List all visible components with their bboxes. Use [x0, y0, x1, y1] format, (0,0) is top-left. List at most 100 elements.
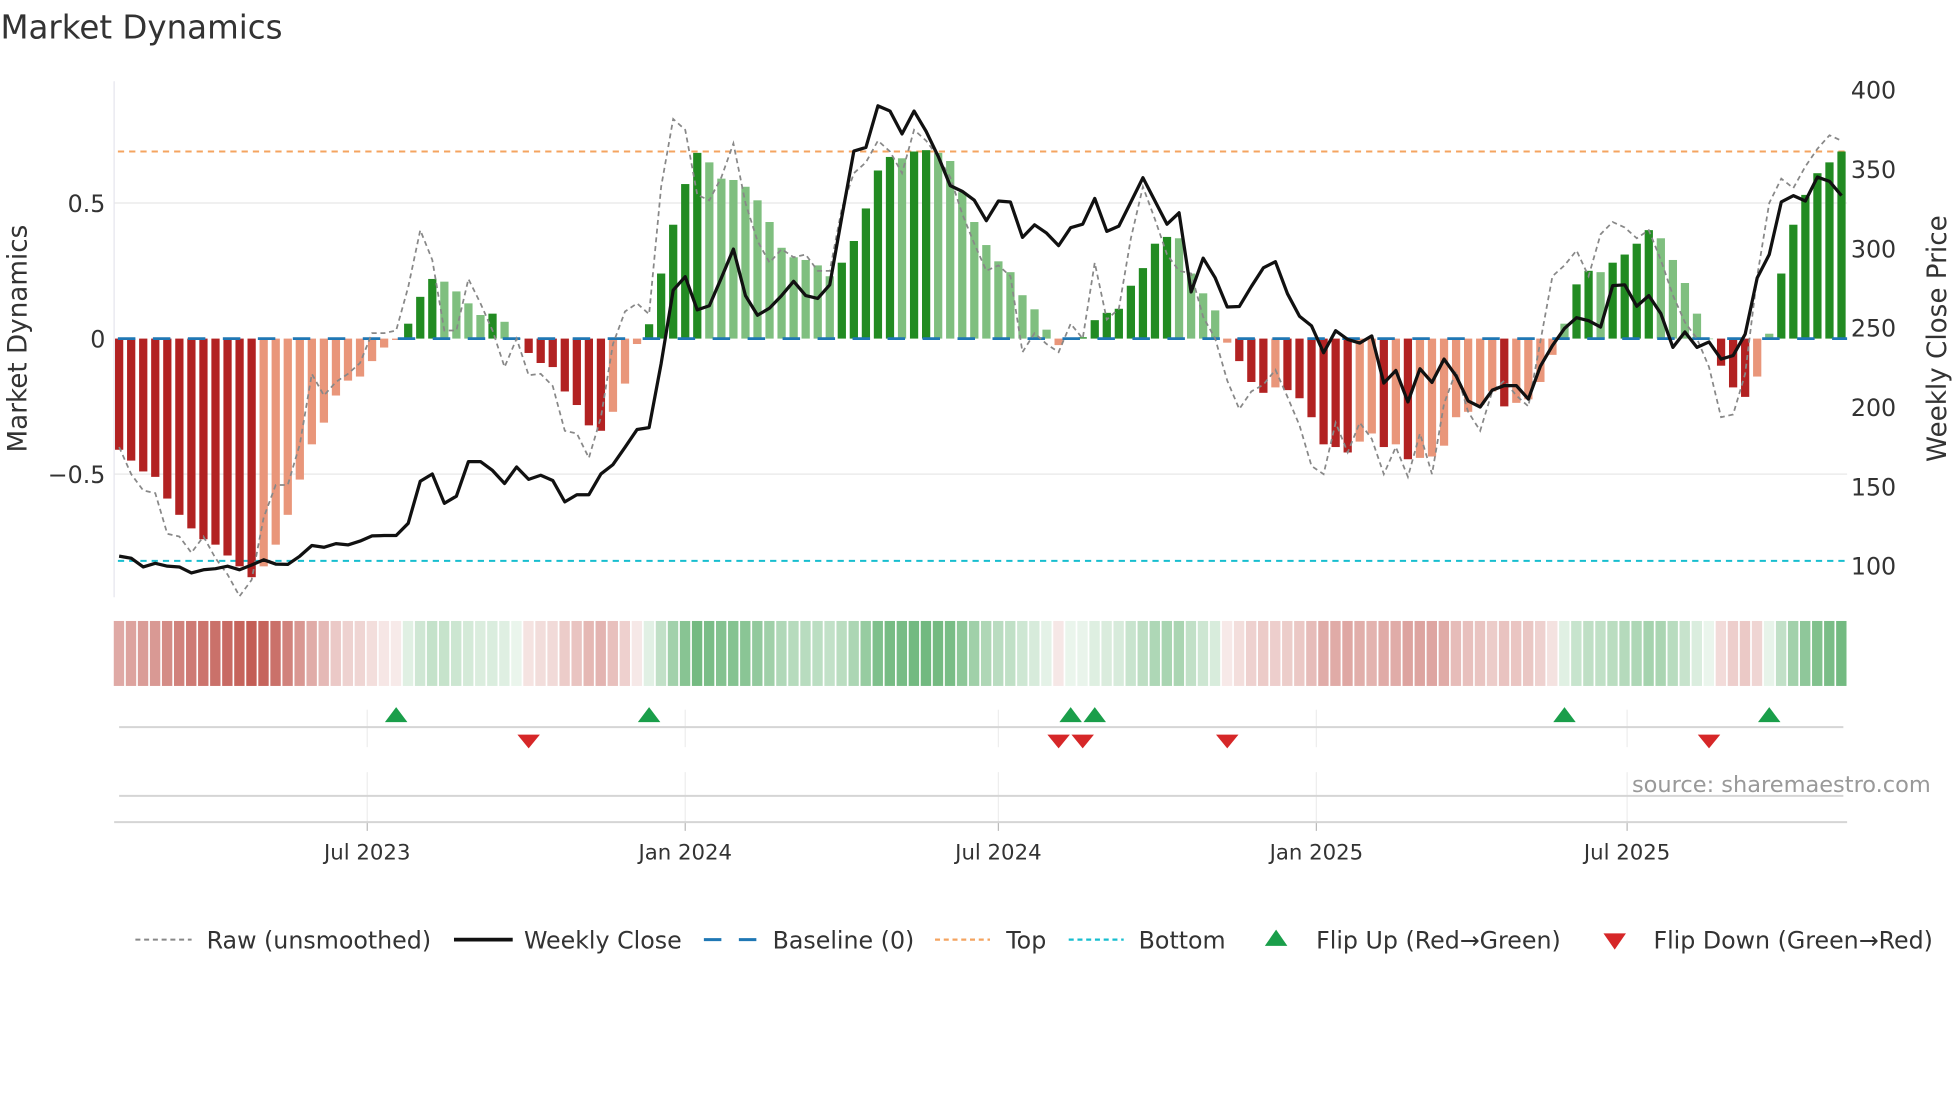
momentum-bar — [994, 261, 1003, 339]
momentum-bar — [1126, 285, 1136, 339]
heatmap-cell — [1727, 620, 1739, 686]
flip-up-marker — [1059, 707, 1082, 723]
momentum-bar — [416, 296, 425, 339]
x-tick-label: Jul 2024 — [953, 841, 1041, 866]
heatmap-cell — [1474, 620, 1486, 686]
heatmap-cell — [330, 620, 341, 686]
heatmap-cell — [1089, 620, 1100, 686]
momentum-bar — [572, 338, 581, 406]
momentum-bar — [1307, 338, 1316, 418]
heatmap-cell — [173, 620, 185, 686]
momentum-bar — [476, 315, 485, 339]
momentum-bar — [1138, 268, 1148, 339]
heatmap-cell — [1053, 620, 1064, 686]
heatmap-cell — [1185, 620, 1197, 686]
heatmap-cell — [378, 620, 390, 686]
heatmap-cell — [234, 620, 245, 686]
legend-flip-up-icon — [1264, 929, 1288, 946]
heatmap-cell — [210, 620, 221, 686]
heatmap-cell — [1800, 620, 1811, 686]
heatmap-cell — [1739, 620, 1751, 686]
momentum-bar — [584, 338, 594, 426]
y2-tick-label: 400 — [1851, 77, 1896, 105]
heatmap-cell — [1679, 620, 1690, 686]
momentum-bar — [464, 303, 473, 339]
legend-flip-down-icon — [1603, 933, 1626, 950]
y-tick-label: −0.5 — [48, 461, 106, 489]
heatmap-cell — [1173, 620, 1185, 686]
chart-title: Market Dynamics — [0, 9, 282, 47]
momentum-bar — [1391, 338, 1400, 445]
heatmap-cell — [607, 620, 618, 686]
heatmap-cell — [896, 620, 908, 686]
heatmap-cell — [1595, 620, 1606, 686]
legend-label: Raw (unsmoothed) — [207, 926, 431, 954]
momentum-bar — [765, 222, 774, 339]
heatmap-cell — [1522, 620, 1534, 686]
heatmap-cell — [198, 620, 209, 686]
momentum-bar — [283, 338, 292, 515]
momentum-bar — [1620, 254, 1629, 339]
heatmap-cell — [1125, 620, 1136, 686]
momentum-bar — [139, 338, 148, 472]
heatmap-cell — [1342, 620, 1353, 686]
momentum-bar — [681, 184, 690, 339]
momentum-bar — [452, 291, 461, 339]
heatmap-cell — [113, 620, 125, 686]
heatmap-cell — [1197, 620, 1209, 686]
heatmap-cell — [920, 620, 932, 686]
heatmap-cell — [1547, 620, 1558, 686]
heatmap-cell — [812, 620, 823, 686]
heatmap-cell — [776, 620, 787, 686]
heatmap-cell — [390, 620, 402, 686]
heatmap-cell — [715, 620, 727, 686]
heatmap-cell — [438, 620, 450, 686]
momentum-bar — [1439, 338, 1449, 446]
momentum-bar — [379, 338, 389, 348]
momentum-bar — [1680, 283, 1690, 339]
momentum-bar — [127, 338, 136, 461]
heatmap-cell — [968, 620, 980, 686]
flip-up-marker — [1757, 707, 1781, 723]
momentum-bar — [1500, 338, 1509, 407]
heatmap-cell — [451, 620, 462, 686]
heatmap-cell — [1257, 620, 1269, 686]
momentum-bar — [1259, 338, 1268, 393]
market-dynamics-chart: Market Dynamics 0.5 0 −0.5 400 350 300 250 200 1… — [0, 9, 1952, 955]
heatmap-cell — [571, 620, 582, 686]
legend-label: Weekly Close — [524, 926, 682, 954]
legend-label: Bottom — [1139, 926, 1226, 954]
heatmap-cell — [595, 620, 606, 686]
heatmap-cell — [1462, 620, 1474, 686]
legend: Raw (unsmoothed) Weekly Close Baseline (0)… — [135, 926, 1933, 954]
heatmap-cell — [788, 620, 799, 686]
heatmap-cell — [1233, 620, 1245, 686]
flip-down-marker — [1047, 734, 1070, 749]
heatmap-cell — [824, 620, 835, 686]
heatmap-cell — [1715, 620, 1727, 686]
heatmap-cell — [1318, 620, 1329, 686]
momentum-bar — [1728, 338, 1738, 388]
heatmap-cell — [1559, 620, 1570, 686]
momentum-bar — [295, 338, 304, 480]
momentum-bar — [897, 158, 907, 339]
heatmap-cell — [547, 620, 558, 686]
momentum-bar — [524, 338, 533, 353]
heatmap-cell — [1836, 620, 1847, 686]
heatmap-cell — [1221, 620, 1233, 686]
y2-tick-label: 200 — [1851, 394, 1896, 422]
momentum-bar — [753, 200, 762, 339]
momentum-bar — [705, 162, 714, 339]
heatmap-cell — [246, 620, 257, 686]
heatmap-cell — [1414, 620, 1425, 686]
heatmap-cell — [294, 620, 305, 686]
heatmap-cell — [402, 620, 414, 686]
heatmap-cell — [667, 620, 679, 686]
heatmap-cell — [1137, 620, 1148, 686]
heatmap-cell — [535, 620, 546, 686]
momentum-bar — [259, 338, 268, 567]
heatmap-cell — [487, 620, 498, 686]
momentum-bar — [1150, 243, 1160, 339]
momentum-bar — [608, 338, 618, 412]
heatmap-cell — [511, 620, 522, 686]
